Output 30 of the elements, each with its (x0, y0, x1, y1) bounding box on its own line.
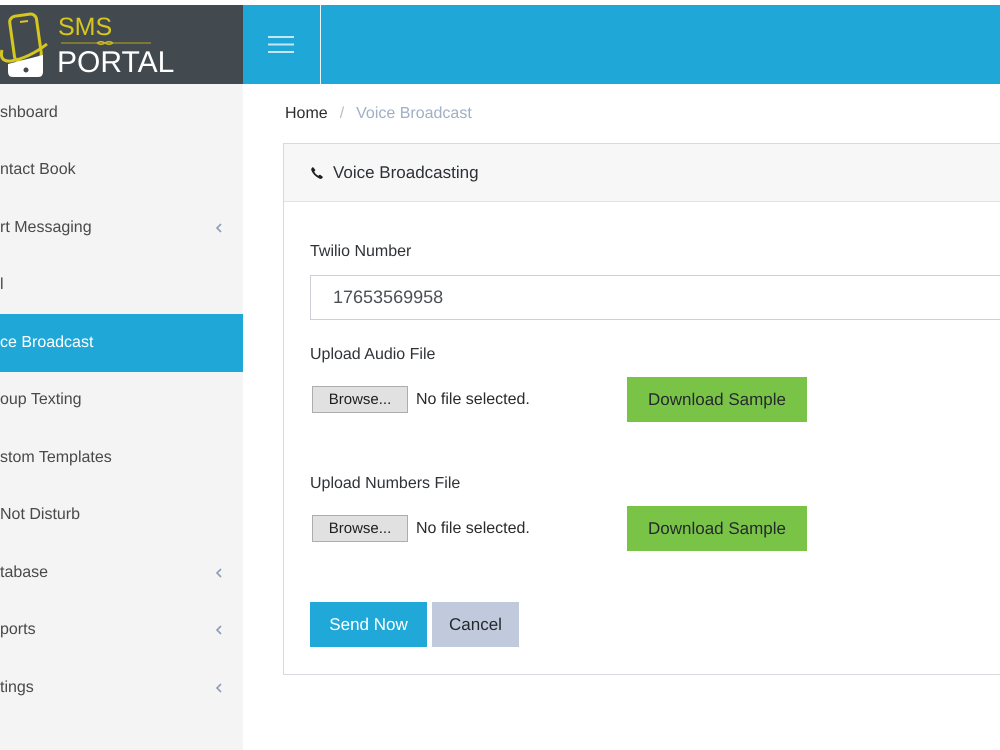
ornament-icon (61, 40, 151, 46)
sidebar-item[interactable]: stom Templates (0, 429, 243, 486)
file-status-text: No file selected. (416, 520, 530, 538)
card-title: Voice Broadcasting (333, 162, 479, 182)
logo-text: SMS (58, 14, 112, 40)
sidebar-item[interactable]: tings (0, 659, 243, 716)
sidebar-item[interactable]: ntact Book (0, 142, 243, 199)
sidebar-item[interactable]: ports (0, 602, 243, 659)
sidebar-item[interactable]: l (0, 256, 243, 314)
sidebar-item[interactable]: shboard (0, 84, 243, 142)
input-field[interactable]: 17653569958 (310, 275, 1000, 320)
menu-icon (268, 36, 294, 53)
browse-button[interactable]: Browse... (312, 386, 408, 413)
download-button[interactable]: Download Sample (627, 377, 807, 422)
logo-text: PORTAL (57, 46, 174, 78)
sidebar-item[interactable]: rt Messaging (0, 199, 243, 256)
phone-icon (311, 166, 323, 178)
breadcrumb-separator: / (340, 105, 344, 123)
download-button[interactable]: Download Sample (627, 506, 807, 551)
sidebar-item[interactable]: Not Disturb (0, 486, 243, 544)
file-status-text: No file selected. (416, 390, 530, 408)
breadcrumb-link[interactable]: Home (285, 105, 328, 123)
sidebar-item[interactable]: tabase (0, 544, 243, 602)
browse-button[interactable]: Browse... (312, 515, 408, 542)
field-label: Twilio Number (310, 242, 412, 262)
cancel-button[interactable]: Cancel (432, 602, 519, 647)
sidebar-item[interactable]: oup Texting (0, 372, 243, 429)
breadcrumb-current: Voice Broadcast (356, 105, 472, 123)
field-label: Upload Numbers File (310, 474, 462, 494)
field-label: Upload Audio File (310, 345, 436, 365)
